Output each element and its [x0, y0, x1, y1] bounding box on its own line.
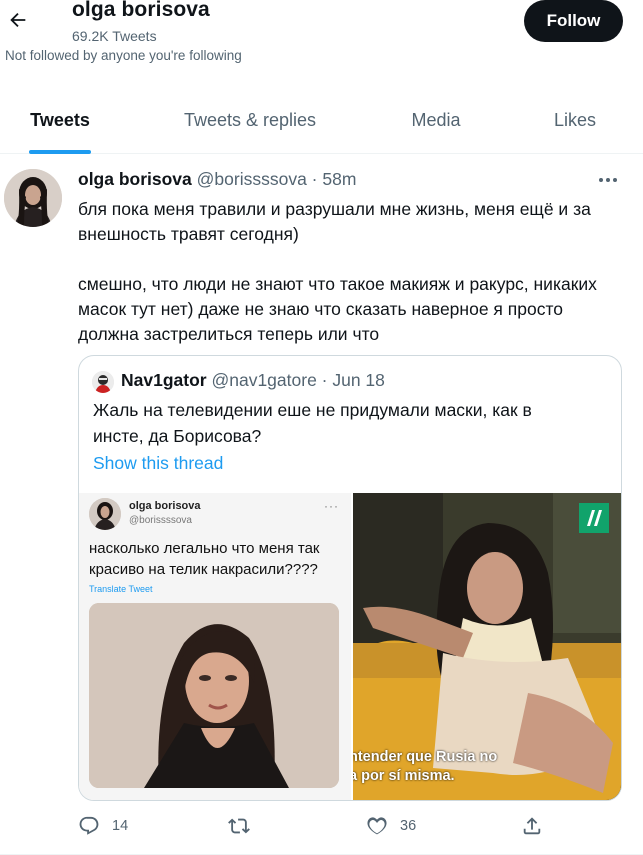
subtitle-line: a por sí misma. [353, 768, 455, 784]
reply-count: 14 [112, 818, 129, 834]
screenshot-more-icon: ··· [324, 499, 339, 513]
like-button[interactable]: 36 [366, 815, 416, 837]
show-thread-link[interactable]: Show this thread [93, 453, 223, 474]
follow-status-text: Not followed by anyone you're following [5, 48, 242, 63]
quote-avatar[interactable] [92, 371, 114, 393]
tab-label: Tweets & replies [183, 110, 317, 130]
share-button[interactable] [521, 815, 543, 837]
tweet-paragraph: бля пока меня травили и разрушали мне жи… [78, 199, 591, 244]
reply-icon [79, 816, 99, 835]
screenshot-photo [89, 603, 339, 788]
quote-media-right[interactable]: ntender que Rusia no a por sí misma. [353, 493, 621, 800]
arrow-left-icon [10, 12, 26, 28]
subtitle-line: ntender que Rusia no [353, 749, 498, 765]
heart-icon [367, 817, 387, 835]
screenshot-translate-link: Translate Tweet [89, 584, 153, 594]
quote-text: Жаль на телевидении еше не придумали мас… [93, 400, 532, 446]
quote-avatar-image [92, 371, 114, 393]
author-meta[interactable]: @borissssova · 58m [197, 169, 357, 189]
tab-label: Media [411, 110, 461, 130]
tweet[interactable]: olga borisova @borissssova · 58m бля пок… [0, 155, 643, 855]
avatar-image [4, 169, 62, 227]
follow-button[interactable]: Follow [524, 0, 623, 42]
screenshot-author-handle: @borissssova [129, 515, 192, 526]
quote-author-name: Nav1gator [121, 370, 207, 390]
quoted-tweet[interactable]: Nav1gator @nav1gatore · Jun 18 Жаль на т… [78, 355, 622, 801]
retweet-button[interactable] [228, 815, 262, 837]
tweet-actions: 14 36 [78, 815, 558, 839]
tab-label: Likes [553, 110, 597, 130]
more-horizontal-icon [599, 178, 617, 182]
tab-media[interactable]: Media [386, 88, 486, 153]
reply-button[interactable]: 14 [78, 815, 128, 837]
screenshot-text: насколько легально что меня так красиво … [89, 540, 320, 578]
quote-header: Nav1gator @nav1gatore · Jun 18 [121, 370, 385, 391]
screenshot-author-name: olga borisova [129, 500, 201, 512]
profile-tabs: Tweets Tweets & replies Media Likes [0, 88, 643, 154]
tab-likes[interactable]: Likes [530, 88, 620, 153]
tweet-count: 69.2K Tweets [72, 28, 157, 44]
active-tab-indicator [29, 150, 91, 154]
profile-header: olga borisova 69.2K Tweets Not followed … [0, 0, 643, 70]
huffpost-logo [579, 503, 609, 533]
profile-name: olga borisova [72, 0, 210, 21]
logo-mark-icon [587, 510, 602, 526]
video-subtitle: ntender que Rusia no a por sí misma. [353, 748, 497, 786]
tab-label: Tweets [30, 110, 90, 130]
tab-tweets[interactable]: Tweets [0, 88, 120, 154]
quote-media-left[interactable]: olga borisova @borissssova ··· насколько… [79, 493, 351, 800]
tweet-header: olga borisova @borissssova · 58m [78, 169, 356, 190]
tweet-text: бля пока меня травили и разрушали мне жи… [78, 197, 628, 347]
screenshot-avatar [89, 498, 121, 530]
avatar[interactable] [4, 169, 62, 227]
screenshot-avatar-image [89, 498, 121, 530]
quote-author-meta: @nav1gatore · Jun 18 [211, 370, 385, 390]
portrait-photo [89, 603, 339, 788]
like-count: 36 [400, 818, 417, 834]
tab-tweets-replies[interactable]: Tweets & replies [164, 88, 336, 153]
tweet-paragraph: смешно, что люди не знают что такое маки… [78, 274, 597, 344]
back-button[interactable] [4, 6, 32, 34]
retweet-icon [228, 818, 250, 834]
author-name[interactable]: olga borisova [78, 169, 192, 189]
share-icon [523, 817, 541, 835]
more-button[interactable] [593, 169, 623, 191]
